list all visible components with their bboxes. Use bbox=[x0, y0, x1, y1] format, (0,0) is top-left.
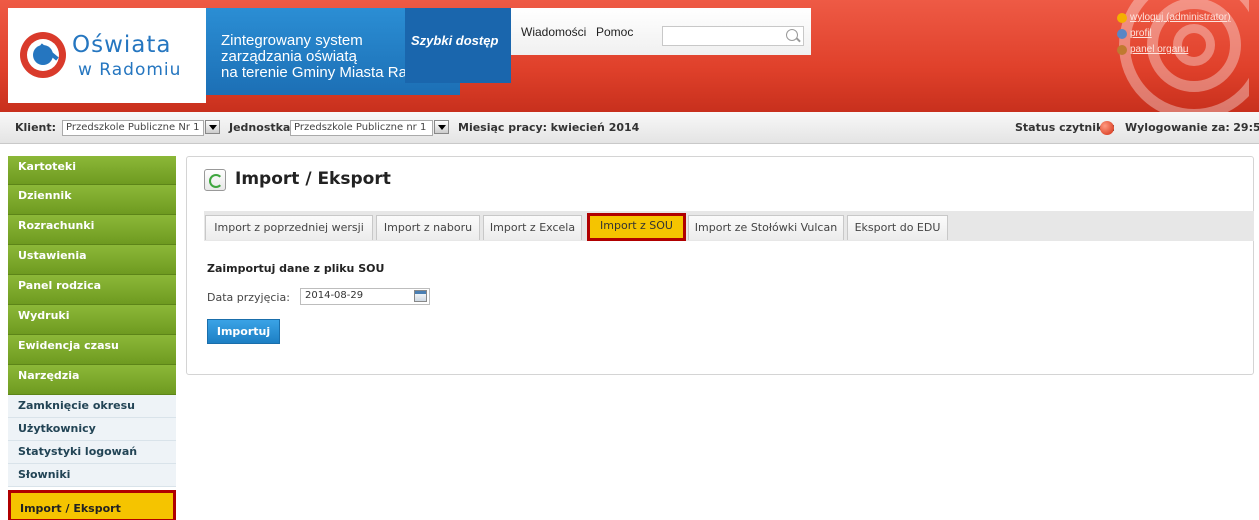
search-input[interactable] bbox=[662, 26, 804, 46]
month-label: Miesiąc pracy: bbox=[458, 121, 548, 134]
sidebar-item-kartoteki[interactable]: Kartoteki bbox=[8, 156, 176, 185]
sidebar-item-dziennik[interactable]: Dziennik bbox=[8, 185, 176, 215]
nav-messages-link[interactable]: Wiadomości bbox=[521, 25, 586, 39]
tab-export-edu[interactable]: Eksport do EDU bbox=[847, 215, 948, 240]
search-icon[interactable] bbox=[786, 29, 798, 41]
sidebar-item-ustawienia[interactable]: Ustawienia bbox=[8, 245, 176, 275]
unit-dropdown-icon[interactable] bbox=[434, 120, 449, 134]
organ-panel-icon bbox=[1117, 45, 1127, 55]
date-input[interactable]: 2014-08-29 bbox=[300, 288, 430, 305]
nav-help-link[interactable]: Pomoc bbox=[596, 25, 633, 39]
sidebar-item-rozrachunki[interactable]: Rozrachunki bbox=[8, 215, 176, 245]
user-links: wyloguj (administrator) profil panel org… bbox=[1117, 10, 1231, 58]
info-bar: Klient: Przedszkole Publiczne Nr 1 im. J… bbox=[0, 112, 1259, 144]
user-icon bbox=[1117, 29, 1127, 39]
sidebar-subitem-statystyki-logowan[interactable]: Statystyki logowań bbox=[8, 441, 176, 464]
quick-access-label: Szybki dostęp bbox=[411, 33, 499, 48]
sidebar-subitem-slowniki[interactable]: Słowniki bbox=[8, 464, 176, 487]
quick-access-tab[interactable]: Szybki dostęp bbox=[405, 8, 511, 83]
unit-label: Jednostka: bbox=[229, 121, 295, 134]
date-label: Data przyjęcia: bbox=[207, 291, 290, 304]
tab-import-recruitment[interactable]: Import z naboru bbox=[376, 215, 480, 240]
client-dropdown-icon[interactable] bbox=[205, 120, 220, 134]
tab-bar: Import z poprzedniej wersji Import z nab… bbox=[204, 211, 1254, 241]
sidebar-item-ewidencja-czasu[interactable]: Ewidencja czasu bbox=[8, 335, 176, 365]
sidebar-active-label: Import / Eksport bbox=[20, 502, 121, 515]
logo-target-icon bbox=[20, 32, 66, 78]
sidebar-item-narzedzia[interactable]: Narzędzia bbox=[8, 365, 176, 395]
month-value: kwiecień 2014 bbox=[550, 121, 640, 134]
sidebar-item-panel-rodzica[interactable]: Panel rodzica bbox=[8, 275, 176, 305]
header-bar: Oświata w Radomiu Zintegrowany system za… bbox=[0, 0, 1259, 112]
logout-timer-value: 29:52 bbox=[1233, 121, 1259, 134]
logout-timer-label: Wylogowanie za: bbox=[1125, 121, 1230, 134]
power-icon bbox=[1117, 13, 1127, 23]
logo-subtitle: w Radomiu bbox=[78, 60, 182, 80]
tab-import-vulcan-canteen[interactable]: Import ze Stołówki Vulcan bbox=[688, 215, 844, 240]
sidebar-subitem-zamkniecie-okresu[interactable]: Zamknięcie okresu bbox=[8, 395, 176, 418]
page-title: Import / Eksport bbox=[235, 169, 391, 189]
client-select[interactable]: Przedszkole Publiczne Nr 1 im. bbox=[62, 120, 204, 136]
section-title: Zaimportuj dane z pliku SOU bbox=[207, 262, 385, 275]
tab-import-excel[interactable]: Import z Excela bbox=[483, 215, 582, 240]
sidebar-subitem-import-eksport[interactable]: Import / Eksport bbox=[8, 490, 176, 520]
sidebar-item-wydruki[interactable]: Wydruki bbox=[8, 305, 176, 335]
reader-status-icon bbox=[1100, 121, 1114, 135]
tab-import-previous-version[interactable]: Import z poprzedniej wersji bbox=[205, 215, 373, 240]
sidebar-subitem-uzytkownicy[interactable]: Użytkownicy bbox=[8, 418, 176, 441]
tab-import-sou[interactable]: Import z SOU bbox=[587, 213, 686, 241]
logout-link[interactable]: wyloguj (administrator) bbox=[1130, 12, 1231, 23]
main-panel: Import / Eksport Import z poprzedniej we… bbox=[186, 156, 1254, 375]
profile-link[interactable]: profil bbox=[1130, 28, 1152, 39]
import-button[interactable]: Importuj bbox=[207, 319, 280, 344]
organ-panel-link[interactable]: panel organu bbox=[1130, 44, 1188, 55]
logo[interactable]: Oświata w Radomiu bbox=[8, 8, 206, 103]
client-label: Klient: bbox=[15, 121, 57, 134]
unit-select[interactable]: Przedszkole Publiczne nr 1 bbox=[290, 120, 433, 136]
calendar-icon[interactable] bbox=[414, 290, 427, 302]
sidebar: Kartoteki Dziennik Rozrachunki Ustawieni… bbox=[8, 156, 176, 520]
logo-title: Oświata bbox=[72, 32, 172, 58]
import-export-icon bbox=[204, 169, 226, 191]
